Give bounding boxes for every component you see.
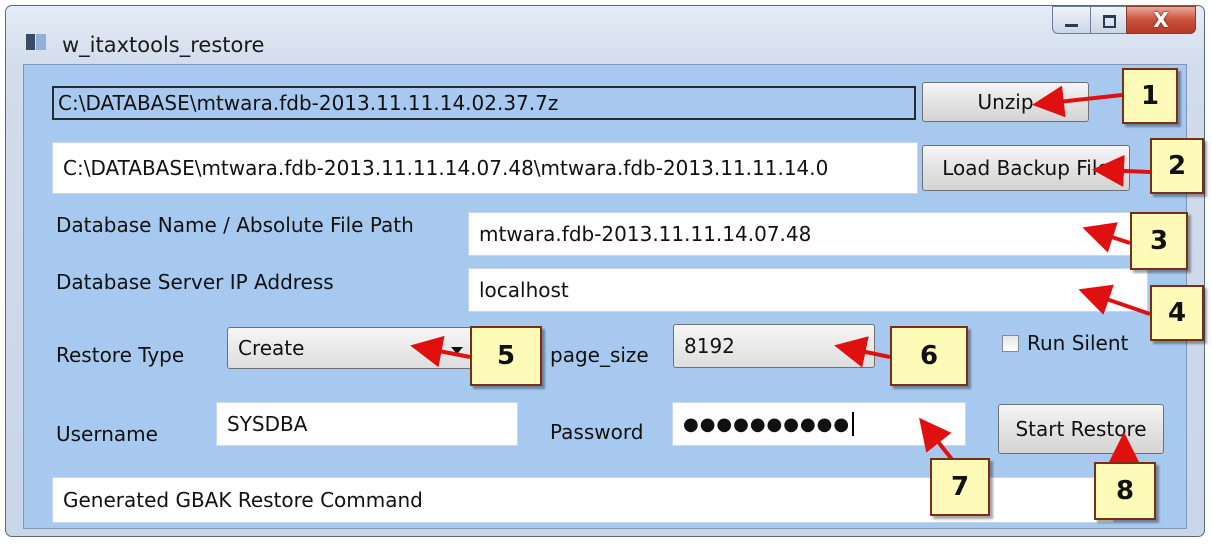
start-restore-button[interactable]: Start Restore: [998, 404, 1164, 454]
page-size-label: page_size: [550, 343, 649, 367]
maximize-icon: [1103, 15, 1116, 28]
callout-5: 5: [470, 326, 542, 386]
checkbox-box[interactable]: [1002, 334, 1019, 352]
chevron-down-icon: [451, 347, 463, 354]
chevron-down-icon: [854, 344, 866, 351]
restore-type-label: Restore Type: [56, 343, 185, 367]
password-mask: ●●●●●●●●●●: [683, 413, 851, 435]
title-bar[interactable]: w_itaxtools_restore X: [6, 6, 1204, 60]
run-silent-checkbox[interactable]: Run Silent: [1002, 328, 1144, 358]
db-name-field[interactable]: mtwara.fdb-2013.11.11.14.07.48: [468, 212, 1148, 256]
username-field[interactable]: SYSDBA: [216, 402, 518, 446]
username-label: Username: [56, 422, 158, 446]
close-icon: X: [1153, 8, 1169, 32]
maximize-button[interactable]: [1090, 6, 1126, 34]
callout-1: 1: [1122, 68, 1178, 124]
backup-path-field[interactable]: C:\DATABASE\mtwara.fdb-2013.11.11.14.07.…: [52, 142, 918, 194]
page-size-select[interactable]: 8192: [673, 324, 875, 368]
minimize-icon: [1065, 24, 1078, 27]
app-icon: [26, 34, 46, 50]
page-size-value: 8192: [684, 334, 735, 358]
unzip-button[interactable]: Unzip: [922, 82, 1089, 122]
restore-type-select[interactable]: Create: [227, 327, 472, 369]
callout-3: 3: [1130, 212, 1188, 270]
restore-type-value: Create: [238, 336, 305, 360]
minimize-button[interactable]: [1052, 6, 1090, 34]
db-name-label: Database Name / Absolute File Path: [56, 213, 414, 237]
server-ip-label: Database Server IP Address: [56, 270, 334, 294]
window-title: w_itaxtools_restore: [62, 33, 265, 57]
password-field[interactable]: ●●●●●●●●●●: [672, 402, 966, 446]
callout-7: 7: [930, 458, 990, 516]
callout-8: 8: [1094, 462, 1156, 520]
callout-6: 6: [890, 326, 968, 386]
window-controls: X: [1052, 6, 1196, 38]
close-button[interactable]: X: [1126, 6, 1196, 34]
password-label: Password: [550, 420, 644, 444]
zip-path-field[interactable]: C:\DATABASE\mtwara.fdb-2013.11.11.14.02.…: [52, 86, 916, 120]
server-ip-field[interactable]: localhost: [468, 268, 1148, 312]
callout-2: 2: [1150, 138, 1204, 194]
load-backup-file-button[interactable]: Load Backup File: [922, 145, 1130, 191]
run-silent-label: Run Silent: [1027, 331, 1129, 355]
callout-4: 4: [1150, 285, 1204, 341]
text-caret: [852, 412, 855, 436]
